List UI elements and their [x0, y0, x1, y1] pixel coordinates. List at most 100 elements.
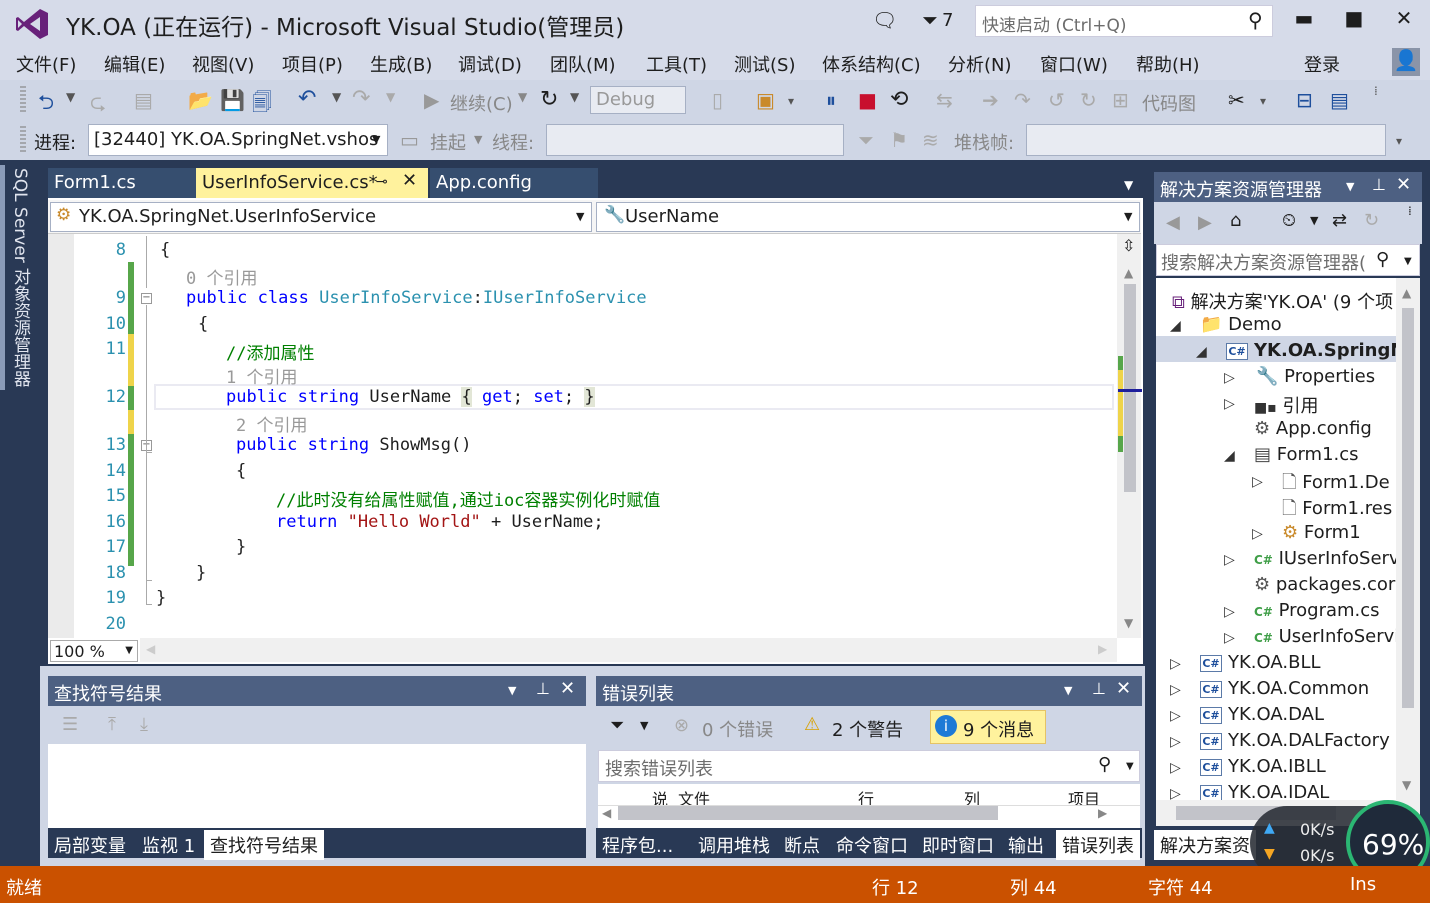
maximize-button[interactable]: ■	[1330, 6, 1378, 36]
codelens-references[interactable]: 2 个引用	[236, 411, 307, 436]
suspend-button[interactable]: 挂起	[430, 129, 466, 155]
collapsed-arrow-icon[interactable]: ▷	[1170, 708, 1181, 724]
chevron-down-icon[interactable]: ▾	[788, 94, 794, 108]
tab-userinfoservice-cs[interactable]: UserInfoService.cs* ⊸ ✕	[196, 168, 428, 198]
tab-call-stack[interactable]: 调用堆栈	[692, 830, 776, 860]
stack-frame-select[interactable]	[1026, 124, 1386, 156]
suspend-icon[interactable]: ▭	[400, 128, 419, 152]
avatar-icon[interactable]: 👤	[1392, 48, 1420, 76]
column-header[interactable]: 项目	[1068, 786, 1100, 805]
collapsed-arrow-icon[interactable]: ▷	[1170, 682, 1181, 698]
menu-project[interactable]: 项目(P)	[282, 51, 343, 77]
tree-item-form1-class[interactable]: ⚙ Form1	[1282, 522, 1361, 543]
collapsed-arrow-icon[interactable]: ▷	[1252, 474, 1263, 490]
thread-select[interactable]	[546, 124, 844, 156]
scroll-left-icon[interactable]: ◀	[602, 806, 611, 820]
document-icon[interactable]: ▤	[1330, 88, 1349, 112]
quick-launch-input[interactable]: 快速启动 (Ctrl+Q)	[975, 5, 1273, 37]
exception-settings-icon[interactable]: ✂	[1228, 88, 1245, 112]
pin-icon[interactable]: ⊥	[1372, 175, 1386, 194]
hot-reload-icon[interactable]: ↻	[1080, 88, 1097, 112]
tab-package-manager[interactable]: 程序包...	[596, 830, 679, 860]
menu-architecture[interactable]: 体系结构(C)	[822, 51, 921, 77]
menu-team[interactable]: 团队(M)	[550, 51, 616, 77]
chevron-down-icon[interactable]: ▼	[386, 90, 395, 104]
open-file-icon[interactable]: 📂	[188, 88, 213, 112]
tree-item-app-config[interactable]: ⚙ App.config	[1254, 418, 1372, 439]
tree-item-ibll-project[interactable]: C# YK.OA.IBLL	[1200, 756, 1326, 777]
chevron-down-icon[interactable]: ▼	[508, 684, 516, 697]
chevron-down-icon[interactable]: ▾	[1260, 94, 1266, 108]
filter-icon[interactable]: ⏷	[858, 128, 874, 152]
tree-item-springnet-project[interactable]: C# YK.OA.SpringN	[1226, 340, 1396, 361]
solution-vertical-scrollbar[interactable]: ▲ ▼	[1396, 278, 1420, 800]
layout-icon[interactable]: ⊟	[1296, 88, 1313, 112]
tree-item-packages-config[interactable]: ⚙ packages.cor	[1254, 574, 1395, 595]
scroll-up-icon[interactable]: ▲	[1124, 266, 1133, 280]
pin-icon[interactable]: ⊥	[536, 679, 550, 698]
chevron-down-icon[interactable]: ▼	[1346, 180, 1354, 193]
scroll-thumb[interactable]	[1402, 308, 1414, 708]
tree-item-references[interactable]: ■▪ 引用	[1254, 392, 1318, 418]
chevron-down-icon[interactable]: ▼	[570, 90, 579, 104]
collapsed-arrow-icon[interactable]: ▷	[1170, 734, 1181, 750]
errors-filter[interactable]: 0 个错误	[702, 716, 773, 742]
codelens-references[interactable]: 1 个引用	[226, 363, 297, 388]
chevron-down-icon[interactable]: ▼	[66, 90, 75, 104]
expanded-arrow-icon[interactable]: ◢	[1170, 318, 1181, 334]
collapsed-arrow-icon[interactable]: ▷	[1170, 760, 1181, 776]
find-icon[interactable]: ▣	[756, 88, 775, 112]
expanded-arrow-icon[interactable]: ◢	[1196, 344, 1207, 360]
menu-analyze[interactable]: 分析(N)	[948, 51, 1012, 77]
tree-item-solution[interactable]: ⧉ 解决方案'YK.OA' (9 个项	[1172, 288, 1393, 314]
toolbar-overflow-icon[interactable]: ⁞	[1408, 204, 1412, 218]
menu-help[interactable]: 帮助(H)	[1136, 51, 1200, 77]
notification-flag-icon[interactable]: ⏷	[922, 8, 938, 32]
toolbar-overflow-icon[interactable]: ⁞	[1374, 84, 1378, 98]
tree-item-dalfactory-project[interactable]: C# YK.OA.DALFactory	[1200, 730, 1390, 751]
column-header[interactable]: 行	[858, 786, 874, 805]
warnings-filter[interactable]: 2 个警告	[832, 716, 903, 742]
tab-error-list[interactable]: 错误列表	[1056, 830, 1140, 860]
chevron-down-icon[interactable]: ▼	[1064, 684, 1072, 697]
minimize-button[interactable]: ▬	[1280, 6, 1328, 36]
tree-item-iuserinfoservice[interactable]: C# IUserInfoServ	[1254, 548, 1396, 569]
home-icon[interactable]: ⌂	[1230, 210, 1241, 231]
show-next-statement-icon[interactable]: ⇆	[936, 88, 953, 112]
codelens-references[interactable]: 0 个引用	[186, 264, 257, 289]
chevron-down-icon[interactable]: ▼	[640, 719, 648, 732]
continue-button[interactable]: 继续(C)	[450, 90, 513, 116]
close-icon[interactable]: ✕	[560, 678, 575, 699]
redo-icon[interactable]: ↷	[352, 86, 370, 111]
tab-immediate-window[interactable]: 即时窗口	[916, 830, 1000, 860]
tree-item-demo-folder[interactable]: 📁 Demo	[1200, 314, 1282, 335]
scroll-down-icon[interactable]: ▼	[1124, 616, 1133, 630]
next-icon[interactable]: ⤓	[140, 714, 148, 735]
save-all-icon[interactable]: 🗐	[252, 88, 272, 122]
code-map-button[interactable]: 代码图	[1142, 90, 1196, 116]
column-header[interactable]: 文件	[678, 786, 710, 805]
collapsed-arrow-icon[interactable]: ▷	[1224, 604, 1235, 620]
tab-watch[interactable]: 监视 1	[136, 830, 201, 860]
scroll-thumb[interactable]	[1124, 284, 1136, 492]
messages-filter[interactable]: i 9 个消息	[930, 710, 1046, 744]
tab-app-config[interactable]: App.config	[430, 168, 598, 198]
tree-item-common-project[interactable]: C# YK.OA.Common	[1200, 678, 1369, 699]
process-select[interactable]: [32440] YK.OA.SpringNet.vshos	[88, 124, 388, 156]
column-header[interactable]: 说	[652, 786, 668, 805]
pin-icon[interactable]: ⊸	[376, 174, 388, 190]
tab-find-symbol[interactable]: 查找符号结果	[204, 830, 324, 860]
scroll-right-icon[interactable]: ▶	[1098, 642, 1107, 656]
collapsed-arrow-icon[interactable]: ▷	[1252, 526, 1263, 542]
toolbar-overflow-icon[interactable]: ▾	[1396, 134, 1402, 148]
menu-view[interactable]: 视图(V)	[192, 51, 254, 77]
error-search-input[interactable]: 搜索错误列表	[598, 750, 1140, 782]
scroll-left-icon[interactable]: ◀	[146, 642, 155, 656]
step-into-icon[interactable]: ➔	[982, 88, 999, 112]
scroll-right-icon[interactable]: ▶	[1098, 806, 1107, 820]
feedback-icon[interactable]: 🗨	[872, 8, 897, 32]
tab-locals[interactable]: 局部变量	[48, 830, 132, 860]
tree-item-program-cs[interactable]: C# Program.cs	[1254, 600, 1380, 621]
restart-icon[interactable]: ⟲	[890, 87, 908, 112]
zoom-select[interactable]: 100 % ▼	[50, 640, 138, 662]
